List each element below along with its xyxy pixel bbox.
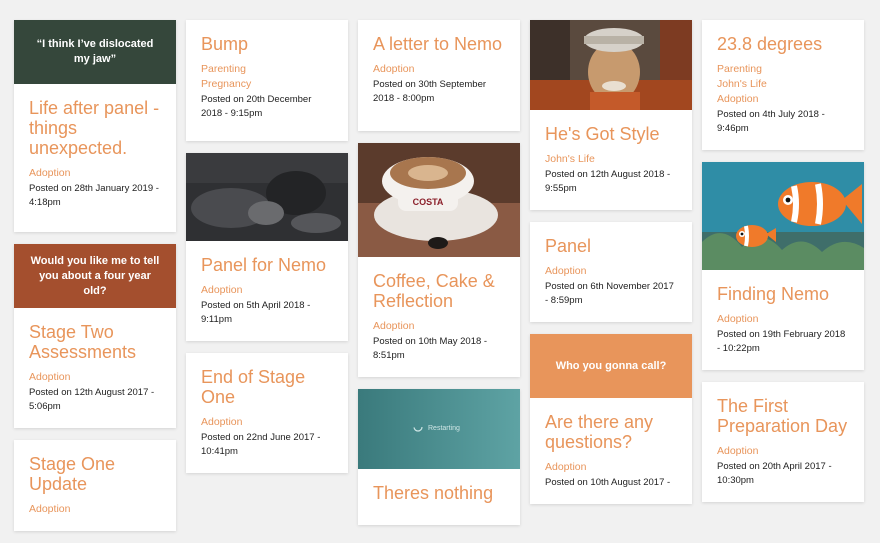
post-date: Posted on 20th December 2018 - 9:15pm <box>201 94 312 119</box>
category-link[interactable]: Adoption <box>717 444 849 459</box>
post-card[interactable]: He's Got Style John's Life Posted on 12t… <box>530 20 692 210</box>
post-title[interactable]: Panel <box>545 236 677 256</box>
category-link[interactable]: Parenting <box>201 62 333 77</box>
post-card[interactable]: Stage One Update Adoption <box>14 440 176 531</box>
post-card[interactable]: The First Preparation Day Adoption Poste… <box>702 382 864 502</box>
post-card[interactable]: Panel for Nemo Adoption Posted on 5th Ap… <box>186 153 348 341</box>
post-title[interactable]: The First Preparation Day <box>717 396 849 436</box>
post-banner: Would you like me to tell you about a fo… <box>14 244 176 308</box>
post-card[interactable]: A letter to Nemo Adoption Posted on 30th… <box>358 20 520 131</box>
post-date: Posted on 5th April 2018 - 9:11pm <box>201 300 311 325</box>
category-link[interactable]: Adoption <box>717 92 849 107</box>
post-title[interactable]: Panel for Nemo <box>201 255 333 275</box>
coffee-photo-image: COSTA <box>358 143 520 257</box>
nemo-illustration-image <box>702 162 864 270</box>
post-card[interactable]: Bump Parenting Pregnancy Posted on 20th … <box>186 20 348 141</box>
svg-text:COSTA: COSTA <box>413 197 444 207</box>
dark-photo-image <box>186 153 348 241</box>
post-date: Posted on 4th July 2018 - 9:46pm <box>717 109 825 134</box>
post-banner: “I think I’ve dislocated my jaw” <box>14 20 176 84</box>
category-link[interactable]: Adoption <box>373 319 505 334</box>
post-title[interactable]: Bump <box>201 34 333 54</box>
post-title[interactable]: Coffee, Cake & Reflection <box>373 271 505 311</box>
post-card[interactable]: “I think I’ve dislocated my jaw” Life af… <box>14 20 176 232</box>
category-link[interactable]: Adoption <box>29 502 161 517</box>
category-link[interactable]: Adoption <box>545 460 677 475</box>
post-date: Posted on 20th April 2017 - 10:30pm <box>717 461 832 486</box>
post-title[interactable]: Are there any questions? <box>545 412 677 452</box>
post-date: Posted on 30th September 2018 - 8:00pm <box>373 79 487 104</box>
category-link[interactable]: Adoption <box>545 264 677 279</box>
post-card[interactable]: Who you gonna call? Are there any questi… <box>530 334 692 504</box>
post-title[interactable]: Stage Two Assessments <box>29 322 161 362</box>
category-link[interactable]: Pregnancy <box>201 77 333 92</box>
category-link[interactable]: John's Life <box>717 77 849 92</box>
post-title[interactable]: 23.8 degrees <box>717 34 849 54</box>
post-title[interactable]: He's Got Style <box>545 124 677 144</box>
category-link[interactable]: John's Life <box>545 152 677 167</box>
post-date: Posted on 12th August 2017 - 5:06pm <box>29 387 155 412</box>
post-card[interactable]: Would you like me to tell you about a fo… <box>14 244 176 428</box>
post-card[interactable]: Panel Adoption Posted on 6th November 20… <box>530 222 692 322</box>
category-link[interactable]: Adoption <box>717 312 849 327</box>
category-link[interactable]: Adoption <box>29 166 161 181</box>
post-date: Posted on 19th February 2018 - 10:22pm <box>717 329 846 354</box>
category-link[interactable]: Adoption <box>201 415 333 430</box>
column-3: A letter to Nemo Adoption Posted on 30th… <box>358 20 520 537</box>
category-link[interactable]: Adoption <box>201 283 333 298</box>
post-title[interactable]: End of Stage One <box>201 367 333 407</box>
man-photo-image <box>530 20 692 110</box>
column-4: He's Got Style John's Life Posted on 12t… <box>530 20 692 516</box>
column-2: Bump Parenting Pregnancy Posted on 20th … <box>186 20 348 485</box>
post-date: Posted on 22nd June 2017 - 10:41pm <box>201 432 321 457</box>
post-date: Posted on 6th November 2017 - 8:59pm <box>545 281 674 306</box>
post-title[interactable]: Stage One Update <box>29 454 161 494</box>
post-title[interactable]: Life after panel - things unexpected. <box>29 98 161 158</box>
svg-text:Restarting: Restarting <box>428 425 460 432</box>
post-date: Posted on 10th May 2018 - 8:51pm <box>373 336 488 361</box>
column-1: “I think I’ve dislocated my jaw” Life af… <box>14 20 176 543</box>
post-title[interactable]: A letter to Nemo <box>373 34 505 54</box>
post-title[interactable]: Finding Nemo <box>717 284 849 304</box>
category-link[interactable]: Parenting <box>717 62 849 77</box>
category-link[interactable]: Adoption <box>29 370 161 385</box>
post-card[interactable]: 23.8 degrees Parenting John's Life Adopt… <box>702 20 864 150</box>
post-date: Posted on 12th August 2018 - 9:55pm <box>545 169 671 194</box>
category-link[interactable]: Adoption <box>373 62 505 77</box>
restarting-screen-image: Restarting <box>358 389 520 469</box>
post-card[interactable]: COSTA Coffee, Cake & Reflection Adoption… <box>358 143 520 377</box>
post-title[interactable]: Theres nothing <box>373 483 505 503</box>
post-card[interactable]: End of Stage One Adoption Posted on 22nd… <box>186 353 348 473</box>
post-date: Posted on 10th August 2017 - <box>545 477 671 488</box>
column-5: 23.8 degrees Parenting John's Life Adopt… <box>702 20 864 514</box>
post-card[interactable]: Restarting Theres nothing <box>358 389 520 525</box>
post-banner: Who you gonna call? <box>530 334 692 398</box>
post-card[interactable]: Finding Nemo Adoption Posted on 19th Feb… <box>702 162 864 370</box>
